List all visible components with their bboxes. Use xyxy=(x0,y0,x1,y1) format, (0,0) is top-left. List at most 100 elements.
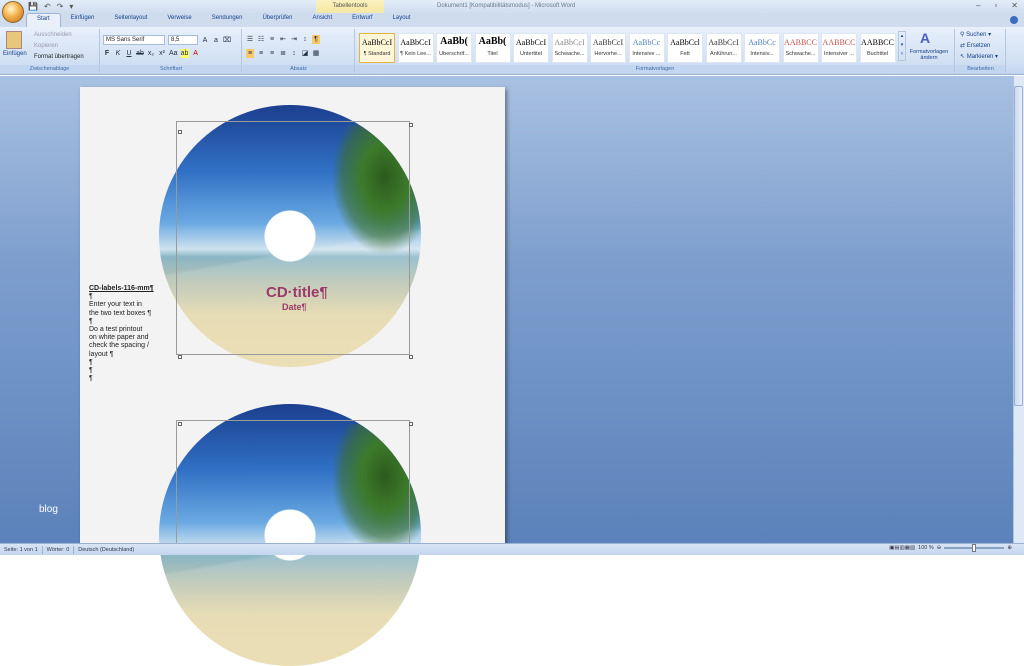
copy-button[interactable]: Kopieren xyxy=(34,43,58,49)
resize-handle[interactable] xyxy=(178,422,182,426)
tab-sendungen[interactable]: Sendungen xyxy=(202,13,253,27)
align-left-icon[interactable]: ≡ xyxy=(246,49,254,58)
change-styles-button[interactable]: Formatvorlagen ändern xyxy=(905,49,953,61)
sort-icon[interactable]: ↕ xyxy=(301,35,309,44)
style-9[interactable]: AaBbCcI Anführun... xyxy=(705,33,742,63)
redo-icon[interactable]: ↷ xyxy=(57,2,64,11)
resize-handle[interactable] xyxy=(409,123,413,127)
superscript-icon[interactable]: x² xyxy=(158,49,166,58)
clear-format-icon[interactable]: ⌧ xyxy=(223,36,231,45)
resize-handle[interactable] xyxy=(409,355,413,359)
undo-icon[interactable]: ↶ xyxy=(44,2,51,11)
style-5[interactable]: AaBbCcI Schwache... xyxy=(551,33,588,63)
cd-title[interactable]: CD·title¶ xyxy=(266,284,328,301)
align-center-icon[interactable]: ≡ xyxy=(257,49,265,58)
minimize-icon[interactable]: – xyxy=(976,1,980,10)
customize-icon[interactable]: ▾ xyxy=(69,2,73,11)
format-painter-button[interactable]: Format übertragen xyxy=(34,54,84,60)
italic-icon[interactable]: K xyxy=(114,49,122,58)
zoom-slider[interactable] xyxy=(944,544,1005,552)
maximize-icon[interactable]: ▫ xyxy=(994,1,997,10)
decrease-indent-icon[interactable]: ⇤ xyxy=(279,35,287,44)
style-name: ¶ Kein Lee... xyxy=(400,51,431,57)
borders-icon[interactable]: ▦ xyxy=(312,49,320,58)
paste-icon xyxy=(6,31,22,49)
page-count[interactable]: Seite: 1 von 1 xyxy=(4,547,38,553)
style-7[interactable]: AaBbCc Intensive ... xyxy=(628,33,665,63)
close-icon[interactable]: ✕ xyxy=(1011,1,1018,10)
shading-icon[interactable]: ◪ xyxy=(301,49,309,58)
resize-handle[interactable] xyxy=(178,355,182,359)
zoom-in-icon[interactable]: ⊕ xyxy=(1007,545,1012,551)
vertical-scrollbar[interactable] xyxy=(1013,76,1024,543)
justify-icon[interactable]: ≣ xyxy=(279,49,287,58)
bullets-icon[interactable]: ☰ xyxy=(246,35,254,44)
tab-layout[interactable]: Layout xyxy=(383,13,421,27)
highlight-icon[interactable]: ab xyxy=(180,49,189,58)
office-button[interactable] xyxy=(2,1,24,23)
cut-button[interactable]: Ausschneiden xyxy=(34,32,72,38)
style-name: Schwache... xyxy=(554,51,585,57)
style-11[interactable]: AABBCC Schwache... xyxy=(782,33,819,63)
help-icon[interactable] xyxy=(1010,16,1018,24)
font-color-icon[interactable]: A xyxy=(192,49,200,58)
paste-button[interactable]: Einfügen xyxy=(3,51,27,57)
grow-font-icon[interactable]: A xyxy=(201,36,209,45)
tab-einfuegen[interactable]: Einfügen xyxy=(61,13,105,27)
tab-ueberpruefen[interactable]: Überprüfen xyxy=(252,13,302,27)
multilevel-icon[interactable]: ≡ xyxy=(268,35,276,44)
font-name-select[interactable]: MS Sans Serif xyxy=(103,35,165,45)
scrollbar-thumb[interactable] xyxy=(1014,86,1023,406)
zoom-level[interactable]: 100 % xyxy=(918,545,934,551)
style-1[interactable]: AaBbCcI ¶ Kein Lee... xyxy=(397,33,434,63)
style-0[interactable]: AaBbCcI ¶ Standard xyxy=(359,33,395,63)
text-line: Enter your text in xyxy=(89,301,142,309)
shrink-font-icon[interactable]: a xyxy=(212,36,220,45)
style-3[interactable]: AaBb(Titel xyxy=(474,33,511,63)
language[interactable]: Deutsch (Deutschland) xyxy=(78,547,134,553)
resize-handle[interactable] xyxy=(178,130,182,134)
save-icon[interactable]: 💾 xyxy=(28,2,38,11)
style-sample: AaBbCcI xyxy=(361,38,393,47)
text-box-frame[interactable] xyxy=(176,121,410,355)
font-size-select[interactable]: 8,5 xyxy=(168,35,198,45)
instructions-text[interactable]: CD-labels-116-mm¶ ¶ Enter your text in the … xyxy=(89,285,159,383)
style-sample: AaBbCc xyxy=(632,38,661,47)
subscript-icon[interactable]: x₂ xyxy=(147,49,155,58)
text-box-frame[interactable] xyxy=(176,420,410,550)
style-name: Fett xyxy=(680,51,690,57)
bold-icon[interactable]: F xyxy=(103,49,111,58)
style-10[interactable]: AaBbCc Intensiv... xyxy=(744,33,780,63)
increase-indent-icon[interactable]: ⇥ xyxy=(290,35,298,44)
resize-handle[interactable] xyxy=(409,422,413,426)
case-icon[interactable]: Aa xyxy=(169,49,178,58)
style-12[interactable]: AABBCC Intensiver ... xyxy=(821,33,857,63)
style-8[interactable]: AaBbCcl Fett xyxy=(667,33,703,63)
tab-entwurf[interactable]: Entwurf xyxy=(342,13,382,27)
style-sample: AaBbCcI xyxy=(554,38,585,47)
cd-date[interactable]: Date¶ xyxy=(282,302,307,312)
style-6[interactable]: AaBbCcI Hervorhe... xyxy=(590,33,626,63)
text-line: ¶ xyxy=(89,367,93,375)
tab-start[interactable]: Start xyxy=(26,13,61,27)
view-buttons[interactable]: ▣▤▥▦▧ xyxy=(889,545,915,551)
underline-icon[interactable]: U xyxy=(125,49,133,58)
style-2[interactable]: AaBb(Überschrif... xyxy=(436,33,472,63)
style-13[interactable]: AABBCC Buchtitel xyxy=(859,33,896,63)
select-button[interactable]: ↖ Markieren ▾ xyxy=(960,53,998,60)
zoom-out-icon[interactable]: ⊖ xyxy=(937,545,942,551)
numbering-icon[interactable]: ☷ xyxy=(257,35,265,44)
style-4[interactable]: AaBbCcI Untertitel xyxy=(513,33,549,63)
strikethrough-icon[interactable]: ab xyxy=(136,49,144,58)
tab-ansicht[interactable]: Ansicht xyxy=(302,13,342,27)
show-marks-icon[interactable]: ¶ xyxy=(312,35,320,44)
replace-button[interactable]: ⇄ Ersetzen xyxy=(960,42,990,49)
tab-seitenlayout[interactable]: Seitenlayout xyxy=(104,13,157,27)
style-name: Hervorhe... xyxy=(594,51,622,57)
text-line: Do a test printout xyxy=(89,326,143,334)
tab-verweise[interactable]: Verweise xyxy=(157,13,201,27)
word-count[interactable]: Wörter: 0 xyxy=(47,547,70,553)
line-spacing-icon[interactable]: ↕ xyxy=(290,49,298,58)
align-right-icon[interactable]: ≡ xyxy=(268,49,276,58)
find-button[interactable]: ⚲ Suchen ▾ xyxy=(960,31,991,38)
